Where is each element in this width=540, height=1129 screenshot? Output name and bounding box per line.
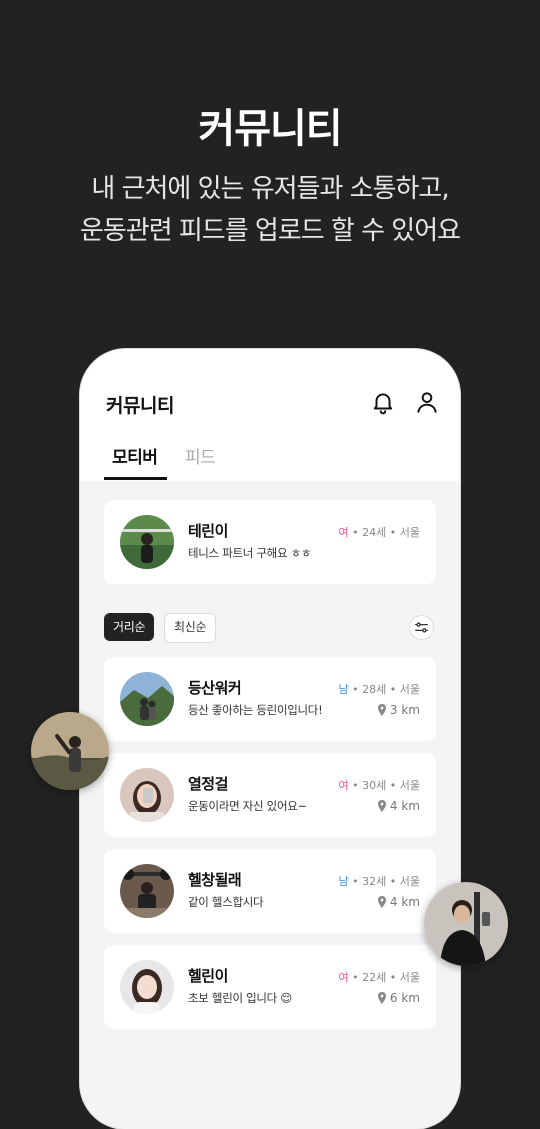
location: 서울 — [399, 683, 420, 696]
list-item[interactable]: 열정걸 운동이라면 자신 있어요~ 여 • 30세 • 서울 4 km — [104, 753, 436, 837]
age: 24세 — [362, 526, 387, 539]
sort-distance-button[interactable]: 거리순 — [104, 613, 155, 641]
gender: 남 — [338, 875, 349, 888]
location: 서울 — [399, 875, 420, 888]
bio: 같이 헬스합시다 — [188, 895, 264, 909]
separator: • — [389, 779, 397, 792]
list-item[interactable]: 헬창될래 같이 헬스합시다 남 • 32세 • 서울 4 km — [104, 849, 436, 933]
gender: 여 — [338, 971, 349, 984]
tab-active-indicator — [104, 477, 167, 480]
hero-title: 커뮤니티 — [198, 106, 342, 152]
nickname: 헬린이 — [188, 967, 228, 985]
gender: 여 — [338, 526, 349, 539]
separator: • — [352, 971, 359, 984]
user-meta: 여 • 30세 • 서울 — [339, 777, 421, 793]
list-item[interactable]: 등산워커 등산 좋아하는 등린이입니다! 남 • 28세 • 서울 3 km — [104, 657, 436, 741]
floating-profile-photo — [31, 712, 109, 790]
user-meta: 남 • 32세 • 서울 — [339, 873, 421, 889]
distance: 3 km — [377, 703, 420, 717]
tab-feed[interactable]: 피드 — [185, 443, 216, 468]
hero-subtitle-line-1: 내 근처에 있는 유저들과 소통하고, — [91, 174, 449, 204]
bio: 운동이라면 자신 있어요~ — [188, 799, 307, 813]
my-profile-card[interactable]: 테린이 테니스 파트너 구해요 ㅎㅎ 여 • 24세 • 서울 — [104, 500, 436, 584]
location-pin-icon — [377, 704, 386, 716]
location-pin-icon — [377, 800, 386, 812]
floating-profile-photo — [424, 882, 508, 966]
separator: • — [389, 875, 397, 888]
avatar — [120, 960, 174, 1014]
location: 서울 — [399, 779, 420, 792]
app-header: 커뮤니티 모티버 피드 — [80, 349, 460, 481]
location: 서울 — [399, 971, 420, 984]
avatar — [120, 768, 174, 822]
avatar — [120, 515, 174, 569]
location-pin-icon — [377, 992, 386, 1004]
bio: 테니스 파트너 구해요 ㅎㅎ — [188, 546, 312, 560]
location-pin-icon — [377, 896, 386, 908]
distance: 4 km — [377, 799, 420, 813]
age: 22세 — [362, 971, 387, 984]
hero-subtitle-line-2: 운동관련 피드를 업로드 할 수 있어요 — [79, 216, 461, 246]
list-item[interactable]: 헬린이 초보 헬린이 입니다 😌 여 • 22세 • 서울 6 km — [104, 945, 436, 1029]
sliders-icon — [415, 622, 428, 633]
separator: • — [389, 683, 397, 696]
distance-value: 4 km — [389, 799, 420, 813]
distance-value: 6 km — [389, 991, 420, 1005]
user-meta: 남 • 28세 • 서울 — [339, 681, 421, 697]
distance: 4 km — [377, 895, 420, 909]
phone-mockup: 커뮤니티 모티버 피드 테린이 테니스 파트너 구해요 ㅎㅎ 여 • 24세 •… — [80, 349, 460, 1129]
app-title: 커뮤니티 — [106, 395, 174, 417]
separator: • — [389, 526, 397, 539]
location: 서울 — [399, 526, 420, 539]
separator: • — [352, 683, 359, 696]
bio: 등산 좋아하는 등린이입니다! — [188, 703, 323, 717]
nickname: 등산워커 — [188, 679, 242, 697]
distance-value: 3 km — [389, 703, 420, 717]
age: 28세 — [362, 683, 387, 696]
person-icon[interactable] — [414, 389, 440, 415]
separator: • — [389, 971, 397, 984]
gender: 여 — [338, 779, 349, 792]
separator: • — [352, 526, 359, 539]
separator: • — [352, 779, 359, 792]
separator: • — [352, 875, 359, 888]
age: 30세 — [362, 779, 387, 792]
bio: 초보 헬린이 입니다 😌 — [188, 991, 292, 1005]
distance-value: 4 km — [389, 895, 420, 909]
avatar — [120, 864, 174, 918]
user-meta: 여 • 22세 • 서울 — [339, 969, 421, 985]
user-meta: 여 • 24세 • 서울 — [339, 524, 421, 540]
gender: 남 — [338, 683, 349, 696]
distance: 6 km — [377, 991, 420, 1005]
hero-subtitle: 내 근처에 있는 유저들과 소통하고, 운동관련 피드를 업로드 할 수 있어요 — [0, 168, 540, 252]
nickname: 헬창될래 — [188, 871, 242, 889]
sort-latest-button[interactable]: 최신순 — [164, 613, 217, 643]
nickname: 열정걸 — [188, 775, 228, 793]
bell-icon[interactable] — [370, 389, 396, 415]
age: 32세 — [362, 875, 387, 888]
tab-motiver[interactable]: 모티버 — [112, 443, 158, 468]
avatar — [120, 672, 174, 726]
filter-button[interactable] — [409, 615, 434, 640]
nickname: 테린이 — [188, 522, 228, 540]
